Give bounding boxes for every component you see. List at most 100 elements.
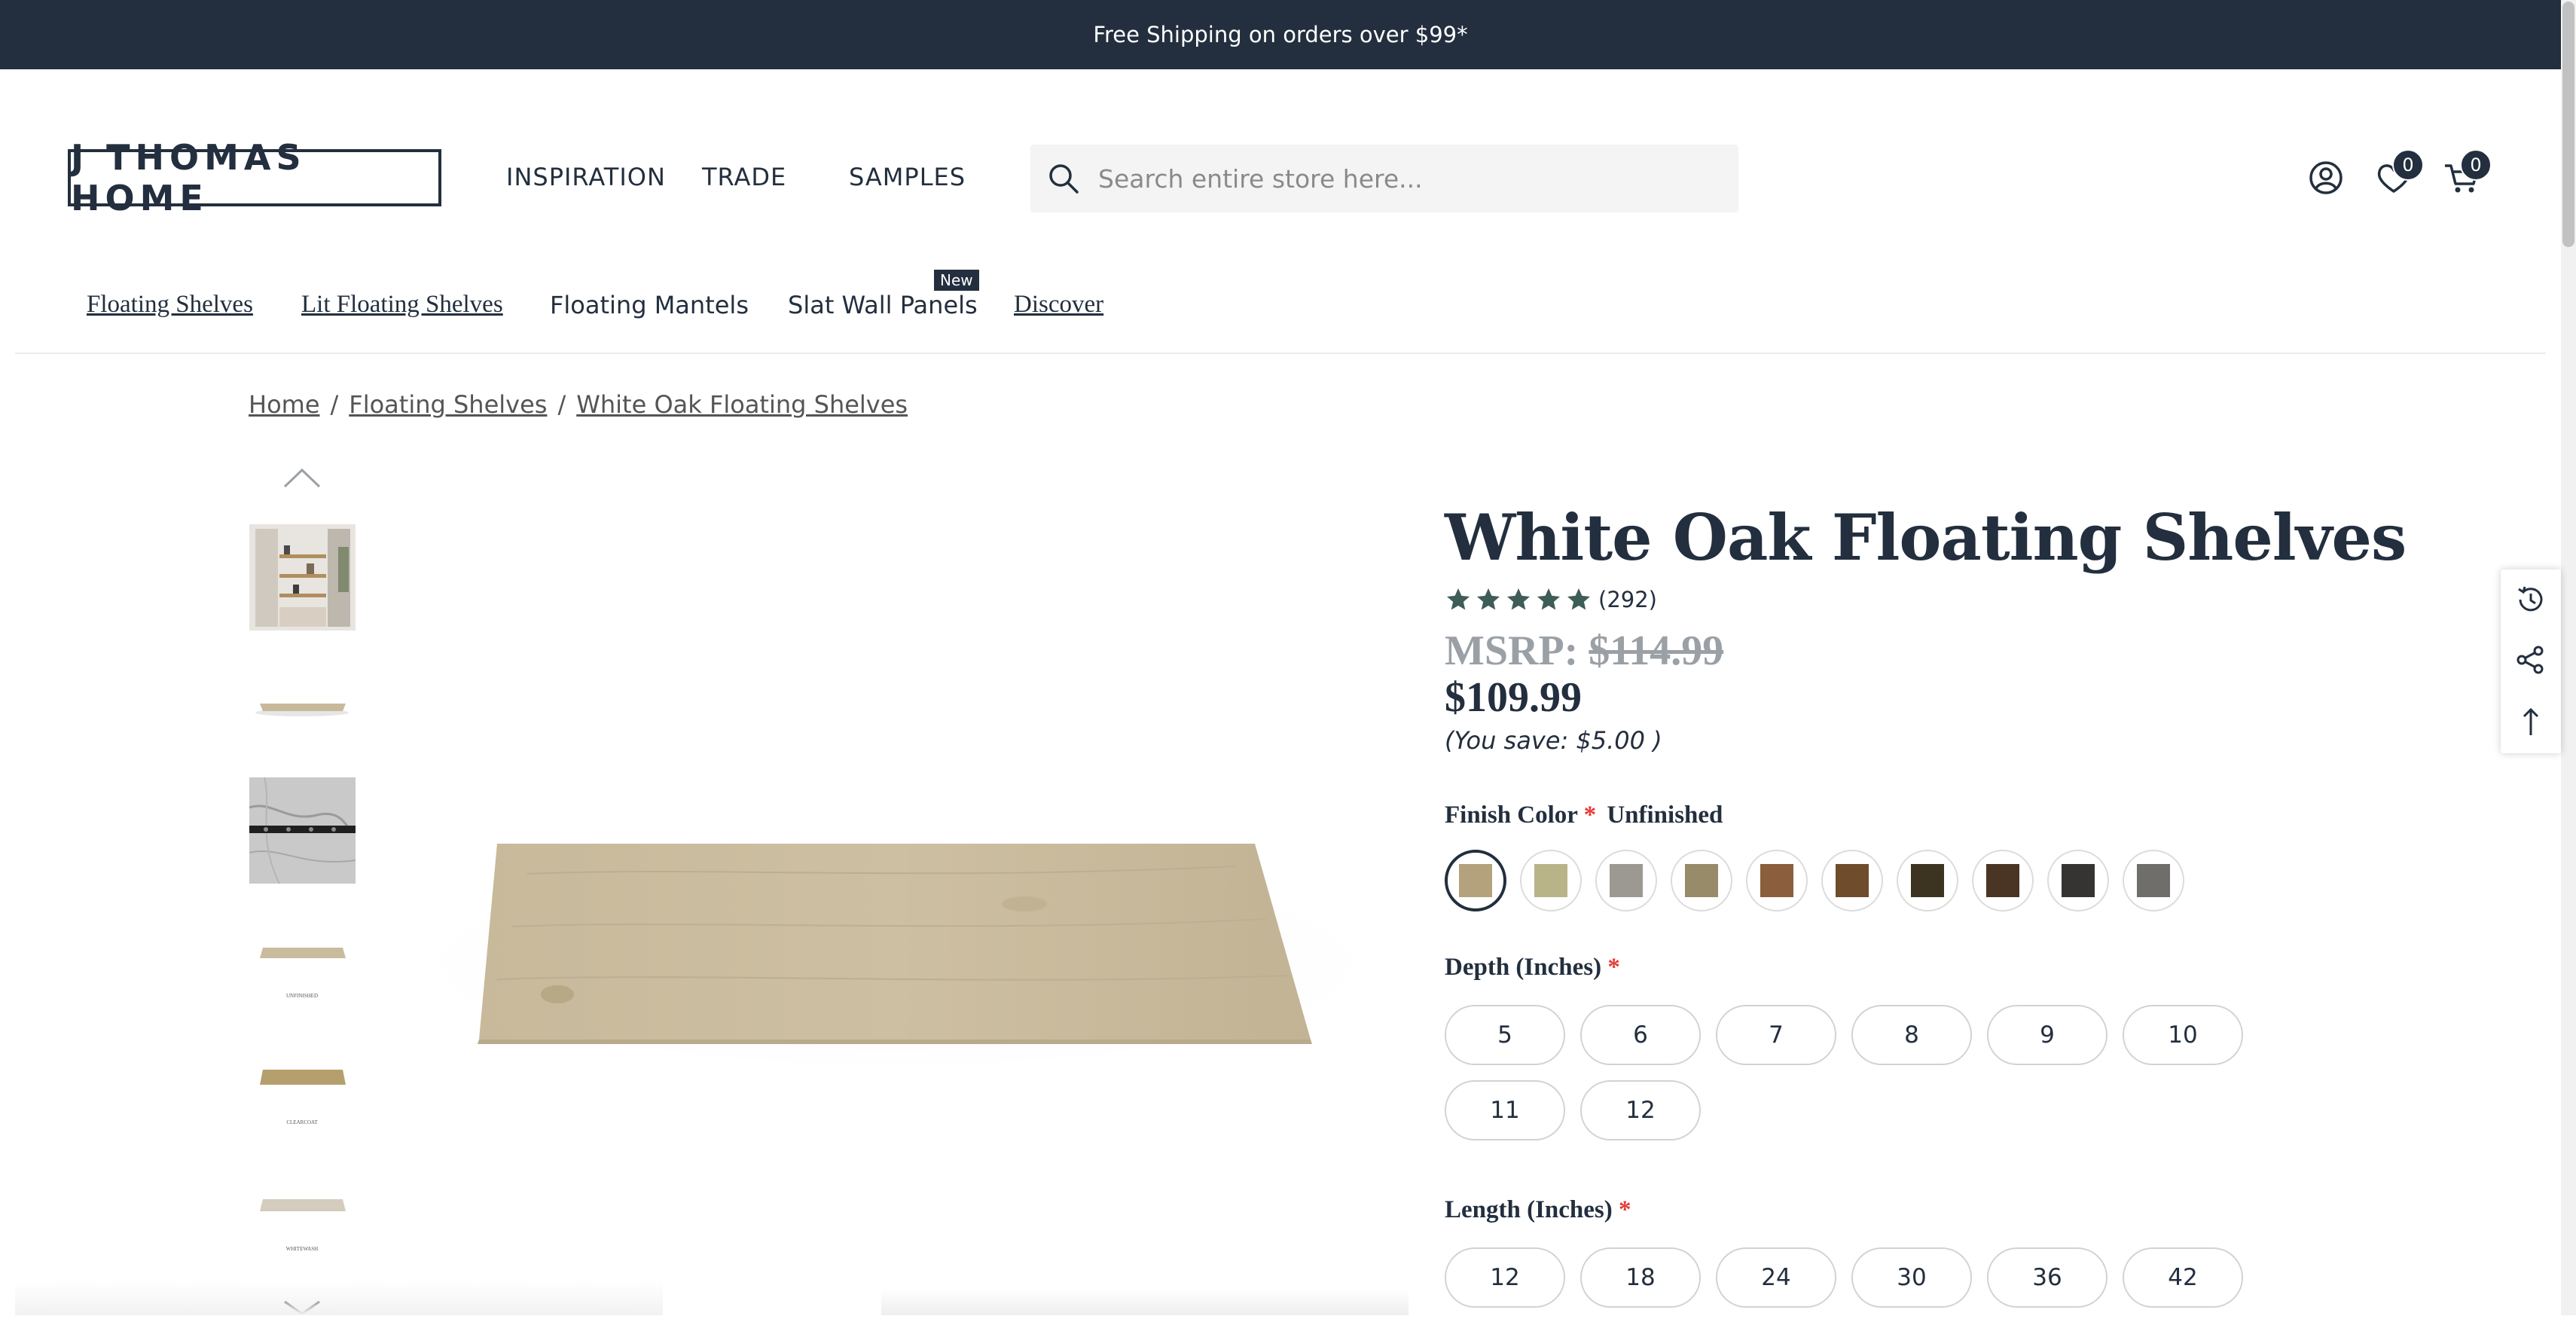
product-main-image[interactable] [384, 814, 1409, 1085]
thumbnail-clearcoat[interactable]: CLEARCOAT [249, 1030, 356, 1137]
site-logo[interactable]: J THOMAS HOME [68, 137, 441, 218]
finish-swatch[interactable] [1671, 850, 1732, 911]
cart-count-badge: 0 [2460, 149, 2492, 181]
cat-discover[interactable]: Discover [1014, 291, 1103, 319]
msrp-value: $114.99 [1589, 627, 1724, 674]
depth-option[interactable]: 8 [1851, 1005, 1972, 1065]
swatch-color-chip [2062, 864, 2095, 897]
swatch-color-chip [1760, 864, 1793, 897]
finish-swatch[interactable] [1821, 850, 1883, 911]
cat-floating-shelves[interactable]: Floating Shelves [87, 291, 253, 319]
finish-swatch[interactable] [1897, 850, 1958, 911]
star-icon [1567, 588, 1590, 610]
thumbnail-room[interactable] [249, 524, 356, 630]
length-option[interactable]: 42 [2123, 1247, 2243, 1308]
review-count[interactable]: (292) [1598, 587, 1657, 612]
finish-selected-value: Unfinished [1607, 801, 1723, 829]
length-option[interactable]: 24 [1716, 1247, 1836, 1308]
savings-text: (You save: $5.00 ) [1445, 726, 1662, 755]
bottom-fade [881, 1290, 1409, 1315]
swatch-color-chip [1459, 864, 1492, 897]
required-mark: * [1607, 954, 1620, 981]
star-icon [1537, 588, 1560, 610]
length-label-text: Length (Inches) [1445, 1196, 1613, 1223]
search-icon[interactable] [1047, 162, 1080, 195]
depth-option[interactable]: 11 [1445, 1080, 1565, 1140]
nav-samples[interactable]: SAMPLES [849, 163, 966, 191]
product-title: White Oak Floating Shelves [1445, 500, 2407, 575]
product-price: $109.99 [1445, 674, 1582, 721]
breadcrumb-home[interactable]: Home [249, 390, 320, 419]
cat-lit-floating-shelves[interactable]: Lit Floating Shelves [301, 291, 503, 319]
depth-option[interactable]: 5 [1445, 1005, 1565, 1065]
msrp-label: MSRP: [1445, 627, 1579, 674]
search-input[interactable] [1097, 163, 1717, 194]
rating-stars[interactable]: (292) [1445, 586, 1657, 613]
announcement-text: Free Shipping on orders over $99* [1093, 22, 1468, 47]
back-to-top-icon[interactable] [2501, 692, 2561, 752]
breadcrumb-separator: / [557, 390, 566, 419]
depth-option[interactable]: 7 [1716, 1005, 1836, 1065]
msrp: MSRP: $114.99 [1445, 627, 1723, 675]
depth-option[interactable]: 12 [1580, 1080, 1701, 1140]
depth-option[interactable]: 9 [1987, 1005, 2107, 1065]
nav-trade[interactable]: TRADE [702, 163, 786, 191]
finish-label-text: Finish Color [1445, 801, 1578, 829]
side-toolbar [2501, 569, 2561, 753]
depth-option[interactable]: 6 [1580, 1005, 1701, 1065]
length-option[interactable]: 30 [1851, 1247, 1972, 1308]
breadcrumb-floating-shelves[interactable]: Floating Shelves [349, 390, 547, 419]
finish-swatch[interactable] [1746, 850, 1808, 911]
star-icon [1507, 588, 1530, 610]
share-icon[interactable] [2501, 630, 2561, 690]
finish-swatch[interactable] [1445, 850, 1506, 911]
finish-swatch[interactable] [1972, 850, 2034, 911]
wishlist-count-badge: 0 [2392, 149, 2424, 181]
account-icon[interactable] [2305, 157, 2347, 199]
thumbnail-unfinished[interactable]: UNFINISHED [249, 904, 356, 1010]
length-option[interactable]: 36 [1987, 1247, 2107, 1308]
chevron-up-icon[interactable] [282, 467, 322, 493]
finish-swatch[interactable] [2047, 850, 2109, 911]
cat-slat-wall-panels[interactable]: Slat Wall Panels [788, 291, 978, 319]
length-label: Length (Inches) * [1445, 1196, 1631, 1224]
star-icon [1447, 588, 1470, 610]
depth-option[interactable]: 10 [2123, 1005, 2243, 1065]
swatch-color-chip [2137, 864, 2170, 897]
breadcrumb: Home / Floating Shelves / White Oak Floati… [249, 390, 908, 419]
thumbnail-caption: CLEARCOAT [286, 1119, 318, 1125]
thumbnail-caption: UNFINISHED [286, 993, 318, 999]
finish-color-label: Finish Color * Unfinished [1445, 801, 1723, 829]
scrollbar-thumb[interactable] [2562, 2, 2574, 247]
thumbnail-marble[interactable] [249, 777, 357, 884]
bottom-fade [15, 1281, 663, 1315]
swatch-color-chip [1685, 864, 1718, 897]
history-icon[interactable] [2501, 569, 2561, 630]
required-mark: * [1583, 801, 1597, 829]
search-bar[interactable] [1030, 145, 1738, 212]
finish-swatch[interactable] [1595, 850, 1657, 911]
finish-swatch[interactable] [2123, 850, 2184, 911]
swatch-color-chip [1911, 864, 1944, 897]
breadcrumb-separator: / [330, 390, 339, 419]
swatch-color-chip [1986, 864, 2019, 897]
star-icon [1477, 588, 1500, 610]
length-option[interactable]: 12 [1445, 1247, 1565, 1308]
breadcrumb-current[interactable]: White Oak Floating Shelves [576, 390, 908, 419]
announcement-bar: Free Shipping on orders over $99* [0, 0, 2561, 69]
depth-label: Depth (Inches) * [1445, 954, 1620, 982]
depth-label-text: Depth (Inches) [1445, 954, 1602, 981]
length-option[interactable]: 18 [1580, 1247, 1701, 1308]
swatch-color-chip [1610, 864, 1643, 897]
nav-inspiration[interactable]: INSPIRATION [506, 163, 666, 191]
thumbnail-shelf[interactable] [249, 651, 356, 757]
required-mark: * [1619, 1196, 1631, 1223]
new-badge: New [934, 270, 979, 291]
thumbnail-caption: WHITEWASH [286, 1246, 318, 1252]
nav-divider [15, 353, 2546, 354]
logo-text: J THOMAS HOME [71, 137, 307, 218]
thumbnail-whitewash[interactable]: WHITEWASH [249, 1157, 356, 1263]
swatch-color-chip [1534, 864, 1567, 897]
finish-swatch[interactable] [1520, 850, 1582, 911]
cat-floating-mantels[interactable]: Floating Mantels [550, 291, 749, 319]
